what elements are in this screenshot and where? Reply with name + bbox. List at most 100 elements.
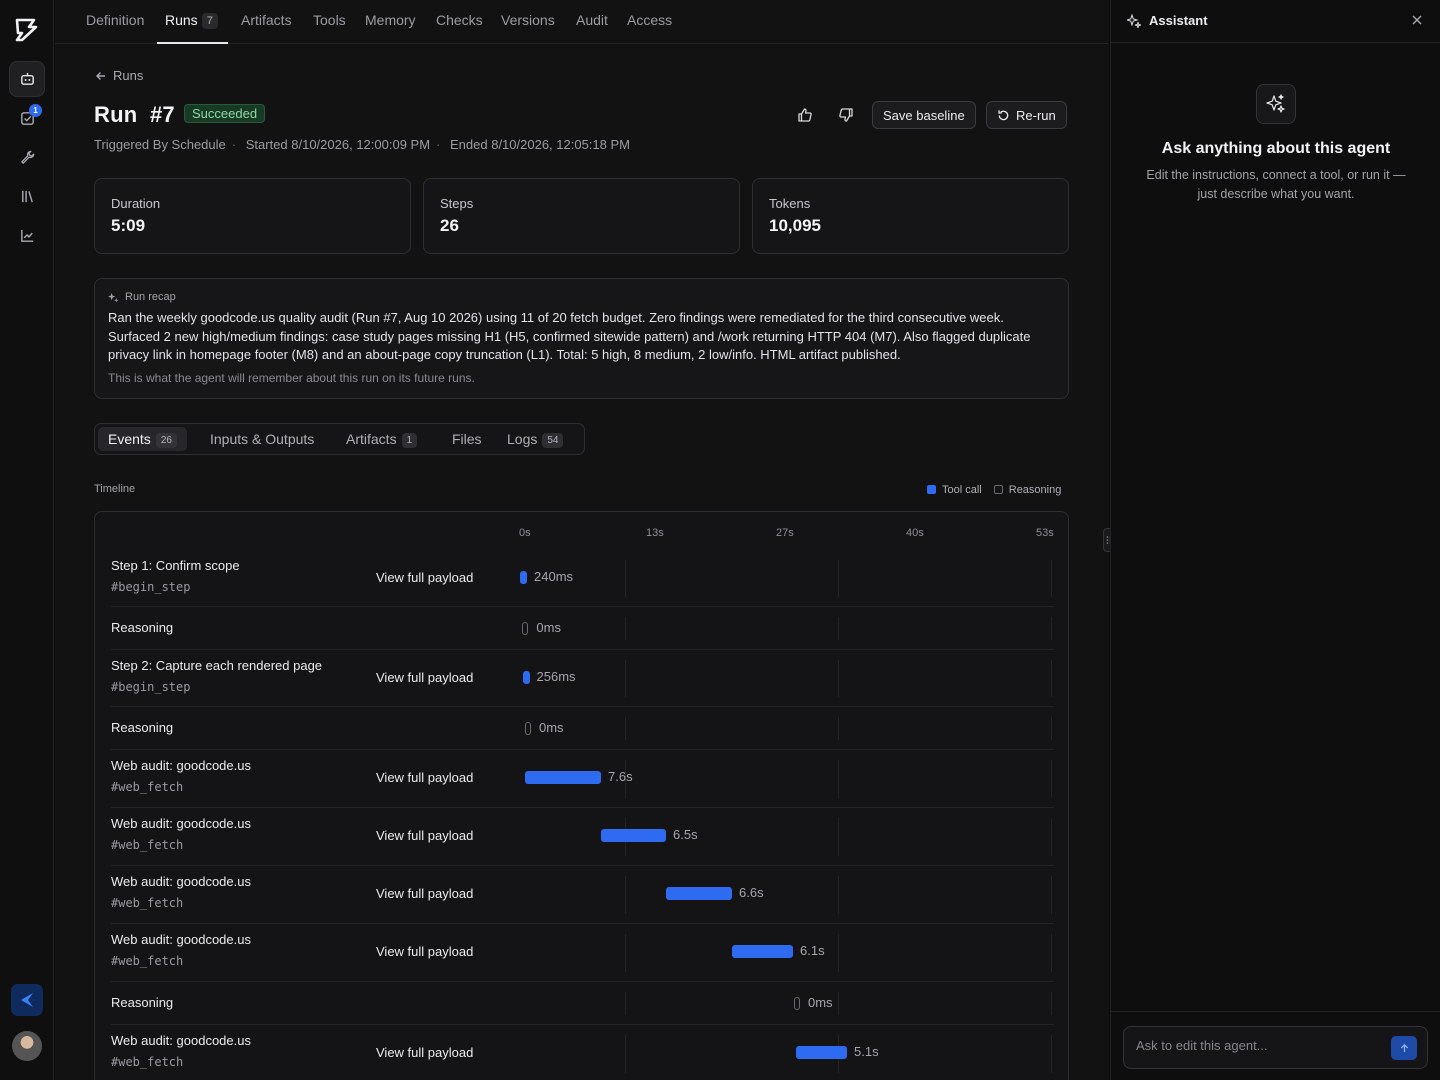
triggered-by: Triggered By Schedule <box>94 137 226 152</box>
timeline-chart: 0s 13s 27s 40s 53s Step 1: Confirm scope #begi… <box>94 511 1069 1080</box>
timeline-gridline <box>625 1035 626 1073</box>
tool-call-bar[interactable] <box>601 829 666 842</box>
close-icon[interactable] <box>1411 14 1423 26</box>
tab-artifacts[interactable]: Artifacts <box>241 0 292 44</box>
thumbs-down-icon <box>839 108 853 122</box>
reasoning-marker[interactable] <box>522 622 529 635</box>
tab-runs[interactable]: Runs 7 <box>157 0 228 44</box>
timeline-gridline <box>838 992 839 1015</box>
timeline-gridline <box>625 617 626 640</box>
timeline-event-row[interactable]: Web audit: goodcode.us #web_fetch View ful… <box>95 924 1068 982</box>
view-payload-link[interactable]: View full payload <box>376 570 473 585</box>
tab-access[interactable]: Access <box>627 0 672 44</box>
refresh-icon <box>998 109 1009 120</box>
main-panel: Definition Runs 7 Artifacts Tools Memory … <box>55 0 1109 1080</box>
axis-tick-label: 27s <box>776 527 794 539</box>
axis-tick-label: 53s <box>1036 527 1054 539</box>
send-button[interactable] <box>1391 1036 1417 1060</box>
tab-versions[interactable]: Versions <box>501 0 555 44</box>
rail-tools-button[interactable] <box>9 139 45 175</box>
tab-checks[interactable]: Checks <box>436 0 483 44</box>
event-duration-label: 6.5s <box>673 827 698 842</box>
sparkle-icon <box>108 292 119 303</box>
tool-call-bar[interactable] <box>666 887 732 900</box>
view-payload-link[interactable]: View full payload <box>376 944 473 959</box>
event-name: Web audit: goodcode.us <box>111 1033 251 1048</box>
run-recap: Run recap Ran the weekly goodcode.us qua… <box>94 278 1069 399</box>
user-avatar[interactable] <box>12 1031 42 1061</box>
timeline-event-row[interactable]: Web audit: goodcode.us #web_fetch View ful… <box>95 750 1068 808</box>
save-baseline-button[interactable]: Save baseline <box>872 101 976 129</box>
brand-chevron-icon <box>21 993 33 1007</box>
view-payload-link[interactable]: View full payload <box>376 670 473 685</box>
tab-definition[interactable]: Definition <box>86 0 144 44</box>
tool-call-bar[interactable] <box>525 771 601 784</box>
tool-call-bar[interactable] <box>520 571 527 584</box>
timeline-event-row[interactable]: Web audit: goodcode.us #web_fetch View ful… <box>95 866 1068 924</box>
view-payload-link[interactable]: View full payload <box>376 886 473 901</box>
page-title: Run #7 <box>94 102 175 127</box>
rerun-button[interactable]: Re-run <box>986 101 1067 129</box>
rail-library-button[interactable] <box>9 178 45 214</box>
wrench-icon <box>20 150 34 164</box>
timeline-event-row[interactable]: Web audit: goodcode.us #web_fetch View ful… <box>95 1025 1068 1080</box>
timeline-event-row[interactable]: Step 1: Confirm scope #begin_step View ful… <box>95 550 1068 607</box>
assistant-input-box <box>1123 1026 1428 1069</box>
view-payload-link[interactable]: View full payload <box>376 770 473 785</box>
tab-tools[interactable]: Tools <box>313 0 346 44</box>
subtab-artifacts[interactable]: Artifacts 1 <box>346 427 418 451</box>
recap-body: Ran the weekly goodcode.us quality audit… <box>108 310 1031 362</box>
view-payload-link[interactable]: View full payload <box>376 828 473 843</box>
timeline-gridline <box>838 660 839 697</box>
back-to-runs-link[interactable]: Runs <box>95 68 143 83</box>
event-duration-label: 6.6s <box>739 885 764 900</box>
ended-at: Ended 8/10/2026, 12:05:18 PM <box>450 137 630 152</box>
stat-tokens: Tokens 10,095 <box>752 178 1069 254</box>
event-name: Web audit: goodcode.us <box>111 758 251 773</box>
subtab-inputs-outputs[interactable]: Inputs & Outputs <box>210 427 314 451</box>
timeline-gridline <box>838 934 839 972</box>
rail-checks-button[interactable]: 1 <box>9 100 45 136</box>
subtab-logs[interactable]: Logs 54 <box>507 427 564 451</box>
event-tool-id: #begin_step <box>111 680 191 694</box>
reasoning-marker[interactable] <box>794 997 800 1010</box>
axis-tick-label: 0s <box>519 527 531 539</box>
reasoning-marker[interactable] <box>525 722 531 735</box>
timeline-gridline <box>1051 660 1052 697</box>
recap-note: This is what the agent will remember abo… <box>108 371 475 385</box>
subtab-events[interactable]: Events 26 <box>98 427 187 451</box>
started-at: Started 8/10/2026, 12:00:09 PM <box>245 137 431 152</box>
timeline-reasoning-row[interactable]: Reasoning 0ms <box>95 707 1068 750</box>
timeline-gridline <box>625 934 626 972</box>
event-duration-label: 0ms <box>808 995 833 1010</box>
tool-call-bar[interactable] <box>796 1046 847 1059</box>
event-tool-id: #web_fetch <box>111 1055 184 1069</box>
tab-audit[interactable]: Audit <box>576 0 608 44</box>
assistant-title: Assistant <box>1149 13 1208 28</box>
timeline-event-row[interactable]: Step 2: Capture each rendered page #begin… <box>95 650 1068 707</box>
rail-analytics-button[interactable] <box>9 217 45 253</box>
subtab-files[interactable]: Files <box>452 427 482 451</box>
tab-memory[interactable]: Memory <box>365 0 416 44</box>
timeline-reasoning-row[interactable]: Reasoning 0ms <box>95 982 1068 1025</box>
event-duration-label: 7.6s <box>608 769 633 784</box>
legend-tool-call: Tool call <box>927 484 982 496</box>
event-name: Step 1: Confirm scope <box>111 558 240 573</box>
checks-badge: 1 <box>29 104 42 117</box>
workspace-brand-button[interactable] <box>11 984 43 1016</box>
timeline-event-row[interactable]: Web audit: goodcode.us #web_fetch View ful… <box>95 808 1068 866</box>
event-duration-label: 5.1s <box>854 1044 879 1059</box>
timeline-gridline <box>838 617 839 640</box>
sparkle-icon <box>1266 94 1285 113</box>
thumbs-down-button[interactable] <box>832 101 860 129</box>
event-name: Web audit: goodcode.us <box>111 932 251 947</box>
rail-agent-button[interactable] <box>9 61 45 97</box>
tool-call-bar[interactable] <box>522 671 530 684</box>
tool-call-bar[interactable] <box>732 945 793 958</box>
assistant-input[interactable] <box>1136 1038 1386 1053</box>
brand-logo-icon[interactable] <box>14 18 40 42</box>
thumbs-up-button[interactable] <box>791 101 819 129</box>
timeline-reasoning-row[interactable]: Reasoning 0ms <box>95 607 1068 650</box>
view-payload-link[interactable]: View full payload <box>376 1045 473 1060</box>
timeline-gridline <box>625 876 626 914</box>
